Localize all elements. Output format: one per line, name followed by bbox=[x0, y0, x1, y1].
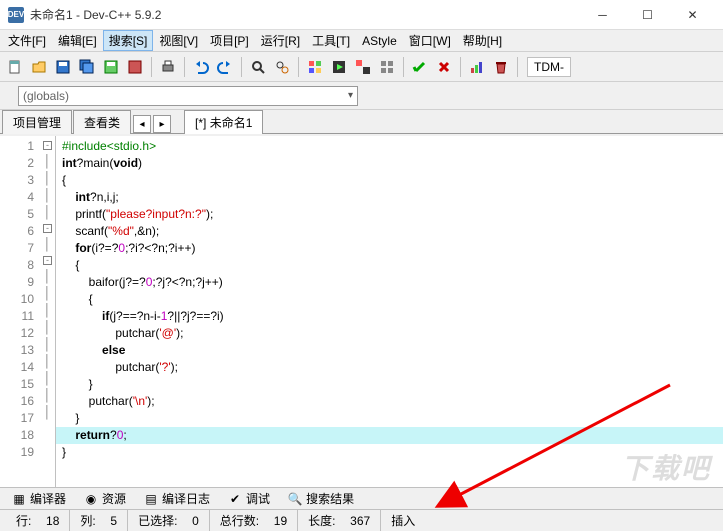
bottom-tab[interactable]: ✔调试 bbox=[220, 488, 278, 509]
compiler-label[interactable]: TDM- bbox=[527, 57, 571, 77]
grid-icon: ▦ bbox=[12, 492, 26, 506]
open-button[interactable] bbox=[28, 56, 50, 78]
side-tab-project[interactable]: 项目管理 bbox=[2, 110, 72, 134]
tab-nav-right[interactable]: ▸ bbox=[153, 115, 171, 133]
code-area[interactable]: #include<stdio.h>int?main(void){ int?n,i… bbox=[56, 136, 723, 487]
stop-button[interactable] bbox=[433, 56, 455, 78]
menu-item[interactable]: 项目[P] bbox=[204, 30, 255, 51]
menu-item[interactable]: 窗口[W] bbox=[403, 30, 457, 51]
chevron-down-icon: ▾ bbox=[348, 90, 353, 101]
statusbar: 行: 18 列: 5 已选择: 0 总行数: 19 长度: 367 插入 bbox=[0, 509, 723, 531]
editor-tab[interactable]: [*] 未命名1 bbox=[184, 110, 263, 134]
maximize-button[interactable]: ☐ bbox=[625, 0, 670, 30]
main-toolbar: TDM- bbox=[0, 52, 723, 82]
menu-item[interactable]: 运行[R] bbox=[255, 30, 306, 51]
app-icon: DEV bbox=[8, 7, 24, 23]
check-icon: ✔ bbox=[228, 492, 242, 506]
menu-item[interactable]: 文件[F] bbox=[2, 30, 52, 51]
bottom-tab[interactable]: ▤编译日志 bbox=[136, 488, 218, 509]
status-col: 列: 5 bbox=[70, 510, 128, 531]
line-number-gutter: 12345678910111213141516171819 bbox=[0, 136, 40, 487]
compile-run-button[interactable] bbox=[352, 56, 374, 78]
status-length: 长度: 367 bbox=[298, 510, 381, 531]
redo-button[interactable] bbox=[214, 56, 236, 78]
tab-nav-left[interactable]: ◂ bbox=[133, 115, 151, 133]
menu-item[interactable]: AStyle bbox=[356, 32, 403, 50]
tabbar: 项目管理 查看类 ◂ ▸ [*] 未命名1 bbox=[0, 110, 723, 134]
secondary-toolbar: (globals) ▾ bbox=[0, 82, 723, 110]
bottom-tab[interactable]: ▦编译器 bbox=[4, 488, 74, 509]
window-title: 未命名1 - Dev-C++ 5.9.2 bbox=[30, 6, 580, 23]
status-selection: 已选择: 0 bbox=[128, 510, 210, 531]
scope-combo-value: (globals) bbox=[23, 89, 69, 103]
menu-item[interactable]: 搜索[S] bbox=[103, 30, 154, 51]
undo-button[interactable] bbox=[190, 56, 212, 78]
save-button[interactable] bbox=[52, 56, 74, 78]
minimize-button[interactable]: ─ bbox=[580, 0, 625, 30]
fold-gutter[interactable]: -││││-│-│││││││││ bbox=[40, 136, 56, 487]
bottom-tab[interactable]: ◉资源 bbox=[76, 488, 134, 509]
status-total-lines: 总行数: 19 bbox=[210, 510, 298, 531]
editor[interactable]: 12345678910111213141516171819 -││││-│-││… bbox=[0, 136, 723, 487]
run-button[interactable] bbox=[328, 56, 350, 78]
bottom-tab[interactable]: 🔍搜索结果 bbox=[280, 488, 362, 509]
close-file-button[interactable] bbox=[124, 56, 146, 78]
disk-icon: ◉ bbox=[84, 492, 98, 506]
profile-button[interactable] bbox=[466, 56, 488, 78]
trash-button[interactable] bbox=[490, 56, 512, 78]
scope-combo[interactable]: (globals) ▾ bbox=[18, 86, 358, 106]
print-button[interactable] bbox=[157, 56, 179, 78]
menubar: 文件[F]编辑[E]搜索[S]视图[V]项目[P]运行[R]工具[T]AStyl… bbox=[0, 30, 723, 52]
find-button[interactable] bbox=[247, 56, 269, 78]
menu-item[interactable]: 帮助[H] bbox=[457, 30, 508, 51]
menu-item[interactable]: 工具[T] bbox=[306, 30, 356, 51]
save-as-button[interactable] bbox=[100, 56, 122, 78]
side-tab-classes[interactable]: 查看类 bbox=[73, 110, 131, 134]
new-file-button[interactable] bbox=[4, 56, 26, 78]
rebuild-button[interactable] bbox=[376, 56, 398, 78]
status-row: 行: 18 bbox=[6, 510, 70, 531]
bottom-panel-tabs: ▦编译器◉资源▤编译日志✔调试🔍搜索结果 bbox=[0, 487, 723, 509]
compile-button[interactable] bbox=[304, 56, 326, 78]
menu-item[interactable]: 编辑[E] bbox=[52, 30, 103, 51]
save-all-button[interactable] bbox=[76, 56, 98, 78]
titlebar: DEV 未命名1 - Dev-C++ 5.9.2 ─ ☐ ✕ bbox=[0, 0, 723, 30]
menu-item[interactable]: 视图[V] bbox=[153, 30, 204, 51]
status-mode: 插入 bbox=[381, 510, 425, 531]
log-icon: ▤ bbox=[144, 492, 158, 506]
replace-button[interactable] bbox=[271, 56, 293, 78]
debug-button[interactable] bbox=[409, 56, 431, 78]
search-icon: 🔍 bbox=[288, 492, 302, 506]
close-button[interactable]: ✕ bbox=[670, 0, 715, 30]
